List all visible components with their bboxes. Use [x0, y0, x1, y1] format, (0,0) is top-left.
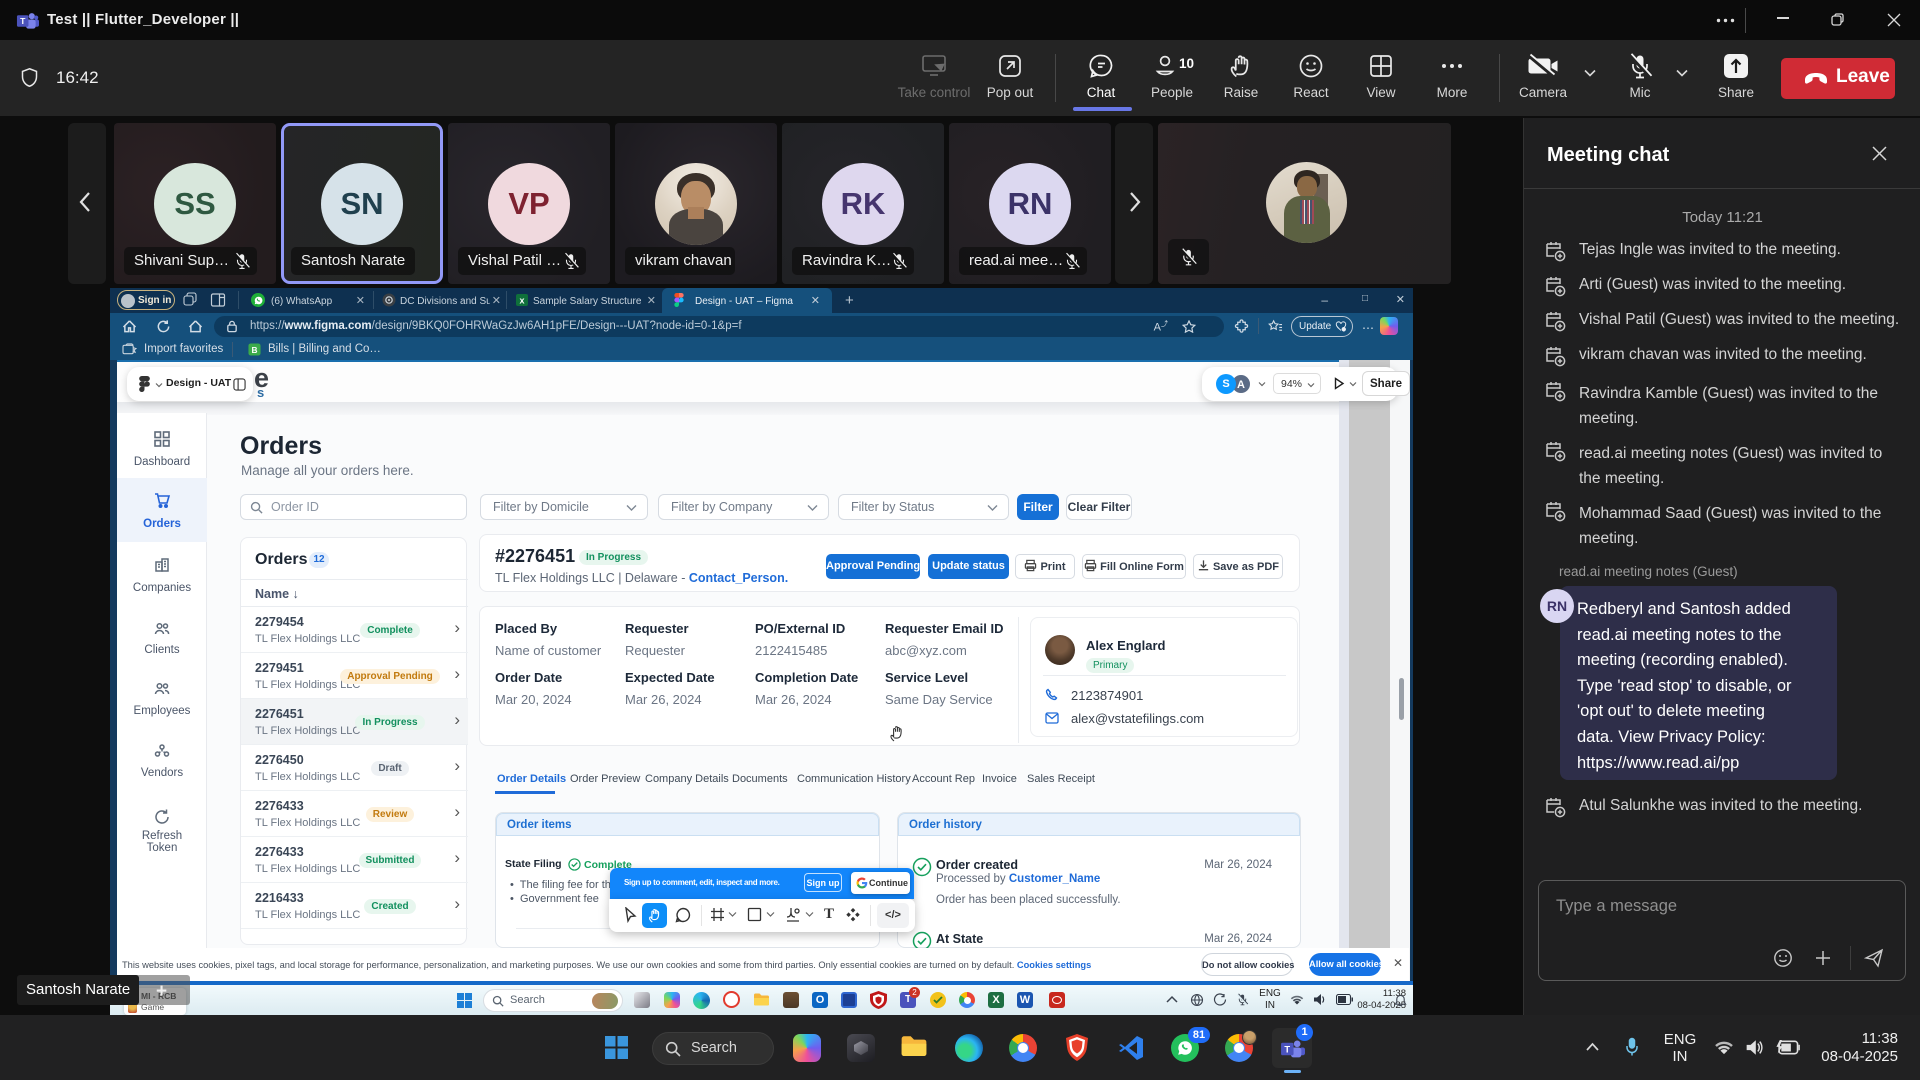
svg-text:T: T	[20, 16, 26, 26]
svg-text:T: T	[1284, 1044, 1290, 1054]
svg-text:!: !	[1343, 326, 1344, 331]
svg-text:10: 10	[1179, 56, 1194, 71]
svg-text:B: B	[251, 345, 257, 355]
svg-text:x: x	[519, 296, 524, 306]
